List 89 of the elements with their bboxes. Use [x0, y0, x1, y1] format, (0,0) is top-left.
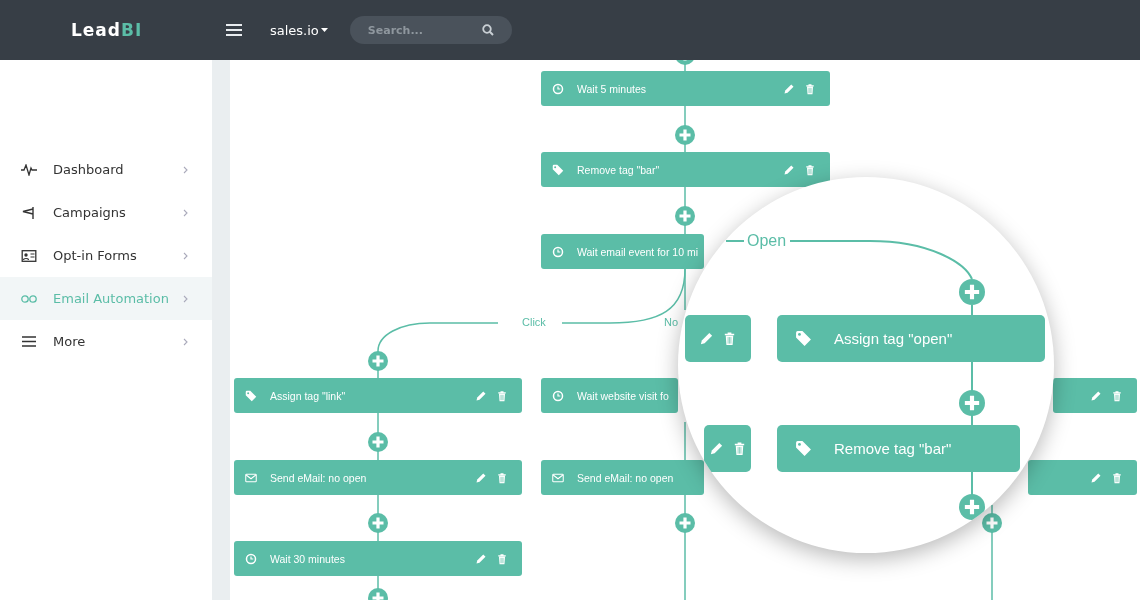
flow-step[interactable]: [704, 425, 751, 472]
edit-button[interactable]: [783, 163, 795, 176]
sidebar-label: Campaigns: [53, 205, 127, 220]
delete-button[interactable]: [1111, 389, 1123, 402]
flow-step[interactable]: Assign tag "link": [234, 378, 522, 413]
chevron-icon: [183, 251, 188, 260]
flow-step[interactable]: Remove tag "bar": [541, 152, 830, 187]
logo: LeadBI: [70, 20, 144, 40]
add-step-button[interactable]: [959, 494, 985, 520]
clock-icon: [552, 389, 564, 402]
sidebar-item[interactable]: Email Automation: [0, 277, 212, 320]
delete-button[interactable]: [722, 331, 737, 346]
sidebar-label: More: [53, 334, 87, 349]
edit-button[interactable]: [783, 82, 795, 95]
step-label: Remove tag "bar": [577, 163, 661, 176]
pulse-icon: [20, 163, 38, 176]
tag-icon: [795, 330, 812, 347]
edge-label: Open: [747, 232, 787, 250]
clock-icon: [552, 245, 564, 258]
step-label: Wait website visit fo: [577, 389, 669, 402]
step-label: Send eMail: no open: [577, 471, 675, 484]
delete-button[interactable]: [804, 163, 816, 176]
flow-step[interactable]: Wait email event for 10 mi: [541, 234, 704, 269]
edit-button[interactable]: [1090, 389, 1102, 402]
sidebar-item[interactable]: More: [0, 320, 212, 363]
edit-button[interactable]: [475, 552, 487, 565]
edit-button[interactable]: [708, 441, 724, 456]
search-icon: [481, 24, 494, 36]
flow-step[interactable]: [1053, 378, 1137, 413]
delete-button[interactable]: [804, 82, 816, 95]
sidebar-label: Dashboard: [53, 162, 125, 177]
add-step-button[interactable]: [368, 432, 388, 452]
menu-icon[interactable]: [226, 24, 242, 36]
flow-step[interactable]: [685, 315, 751, 362]
step-label: Wait 30 minutes: [270, 552, 346, 565]
add-step-button[interactable]: [982, 513, 1002, 533]
tag-icon: [245, 389, 257, 402]
sidebar-item[interactable]: Opt-in Forms: [0, 234, 212, 277]
chevron-icon: [183, 337, 188, 346]
step-label: Assign tag "link": [270, 389, 347, 402]
sidebar-label: Email Automation: [53, 291, 170, 306]
flow-step[interactable]: Send eMail: no open: [541, 460, 704, 495]
flow-step[interactable]: Assign tag "open": [777, 315, 1045, 362]
delete-button[interactable]: [1111, 471, 1123, 484]
chevron-icon: [183, 294, 188, 303]
step-label: Send eMail: no open: [270, 471, 368, 484]
envelope-icon: [245, 471, 257, 484]
clock-icon: [552, 82, 564, 95]
menu-icon: [20, 336, 38, 347]
edge-label: Click: [520, 316, 548, 328]
add-step-button[interactable]: [675, 125, 695, 145]
step-label: Wait 5 minutes: [577, 82, 648, 95]
step-label: Assign tag "open": [834, 330, 954, 347]
id-card-icon: [20, 249, 38, 262]
sidebar-item[interactable]: Dashboard: [0, 148, 212, 191]
flow-step[interactable]: Wait 5 minutes: [541, 71, 830, 106]
edit-button[interactable]: [475, 471, 487, 484]
clock-icon: [245, 552, 257, 565]
add-step-button[interactable]: [368, 351, 388, 371]
edit-button[interactable]: [1090, 471, 1102, 484]
add-step-button[interactable]: [675, 513, 695, 533]
add-step-button[interactable]: [959, 279, 985, 305]
search-field[interactable]: Search...: [349, 16, 512, 44]
delete-button[interactable]: [496, 552, 508, 565]
flow-step[interactable]: Wait 30 minutes: [234, 541, 522, 576]
chevron-icon: [183, 165, 188, 174]
edge-label: No: [662, 316, 681, 328]
flow-step[interactable]: Send eMail: no open: [234, 460, 522, 495]
sidebar-label: Opt-in Forms: [53, 248, 138, 263]
caret-icon: [320, 28, 328, 32]
flow-step[interactable]: Wait website visit fo: [541, 378, 678, 413]
flow-step[interactable]: [1028, 460, 1137, 495]
flow-step[interactable]: Remove tag "bar": [777, 425, 1020, 472]
sidebar-item[interactable]: Campaigns: [0, 191, 212, 234]
add-step-button[interactable]: [959, 390, 985, 416]
tag-icon: [552, 163, 564, 176]
infinity-icon: [20, 294, 38, 303]
step-label: Remove tag "bar": [834, 440, 953, 457]
edit-button[interactable]: [699, 331, 714, 346]
add-step-button[interactable]: [368, 513, 388, 533]
tag-icon: [795, 440, 812, 457]
delete-button[interactable]: [496, 471, 508, 484]
edit-button[interactable]: [475, 389, 487, 402]
envelope-icon: [552, 471, 564, 484]
chevron-icon: [183, 208, 188, 217]
account-dropdown[interactable]: sales.io: [270, 22, 328, 38]
step-label: Wait email event for 10 mi: [577, 245, 698, 258]
delete-button[interactable]: [496, 389, 508, 402]
add-step-button[interactable]: [675, 206, 695, 226]
